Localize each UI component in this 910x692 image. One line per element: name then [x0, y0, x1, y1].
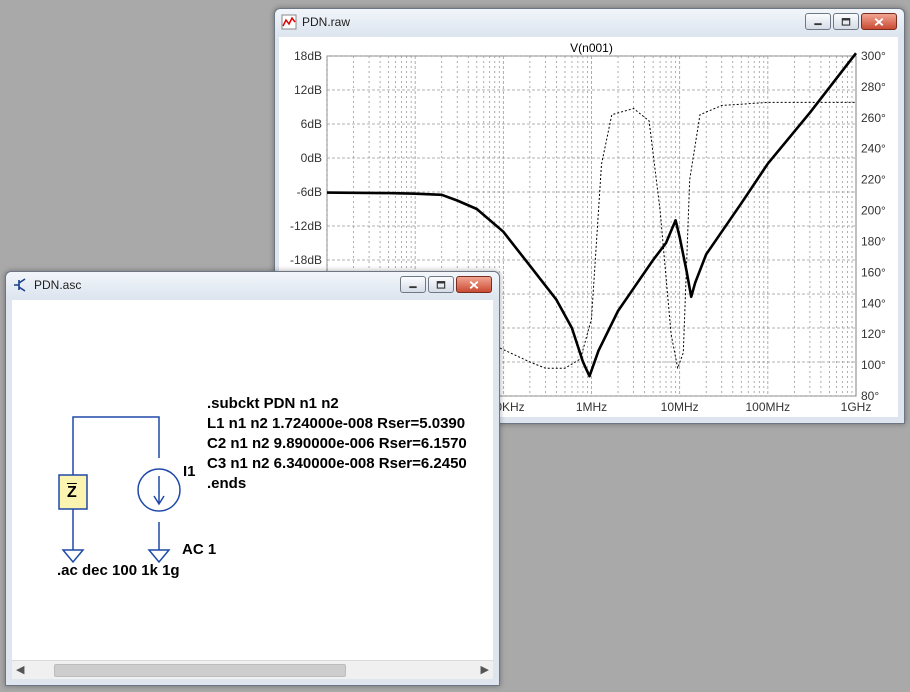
- maximize-icon: [841, 18, 851, 26]
- y-right-tick-label: 100°: [861, 358, 886, 372]
- trace-label: V(n001): [570, 41, 613, 55]
- x-tick-label: 100MHz: [745, 400, 790, 414]
- y-right-tick-label: 120°: [861, 327, 886, 341]
- close-icon: [874, 18, 884, 27]
- close-button[interactable]: [861, 13, 897, 30]
- component-z-label: Z: [67, 484, 77, 501]
- y-right-tick-label: 160°: [861, 265, 886, 279]
- y-right-tick-label: 200°: [861, 204, 886, 218]
- schematic-window-title: PDN.asc: [34, 278, 82, 292]
- x-tick-label: 1MHz: [576, 400, 607, 414]
- minimize-icon: [409, 286, 417, 289]
- y-left-tick-label: 12dB: [294, 83, 322, 97]
- x-tick-label: 10MHz: [661, 400, 699, 414]
- netlist-line: .ends: [207, 475, 247, 492]
- close-icon: [469, 281, 479, 290]
- x-tick-label: 1GHz: [841, 400, 872, 414]
- scroll-left-icon[interactable]: ◀: [16, 664, 24, 676]
- horizontal-scrollbar[interactable]: ◀ ▶: [12, 660, 493, 679]
- schematic-window[interactable]: PDN.asc Z I1 AC 1 .ac dec 100 1k 1g .sub…: [5, 271, 500, 686]
- y-right-tick-label: 180°: [861, 234, 886, 248]
- y-left-tick-label: -6dB: [297, 185, 322, 199]
- maximize-button[interactable]: [428, 276, 454, 293]
- source-value-label[interactable]: AC 1: [182, 540, 216, 560]
- scrollbar-thumb[interactable]: [54, 664, 346, 677]
- waveform-app-icon: [281, 14, 297, 30]
- close-button[interactable]: [456, 276, 492, 293]
- schematic-titlebar[interactable]: PDN.asc: [6, 272, 499, 298]
- schematic-app-icon: [14, 278, 26, 292]
- netlist-line: C3 n1 n2 6.340000e-008 Rser=6.2450: [207, 455, 467, 472]
- wire: [72, 416, 160, 458]
- waveform-window-title: PDN.raw: [302, 15, 351, 29]
- sim-directive[interactable]: .ac dec 100 1k 1g: [57, 561, 180, 581]
- source-name-label[interactable]: I1: [183, 462, 196, 482]
- netlist-line: .subckt PDN n1 n2: [207, 395, 339, 412]
- minimize-button[interactable]: [805, 13, 831, 30]
- waveform-titlebar[interactable]: PDN.raw: [275, 9, 904, 35]
- y-right-tick-label: 260°: [861, 111, 886, 125]
- y-left-tick-label: -12dB: [290, 219, 322, 233]
- maximize-icon: [436, 281, 446, 289]
- netlist-directive[interactable]: .subckt PDN n1 n2 L1 n1 n2 1.724000e-008…: [207, 394, 467, 494]
- y-left-tick-label: -18dB: [290, 253, 322, 267]
- scroll-right-icon[interactable]: ▶: [481, 664, 489, 676]
- y-left-tick-label: 18dB: [294, 49, 322, 63]
- y-left-tick-label: 6dB: [301, 117, 322, 131]
- y-right-tick-label: 140°: [861, 296, 886, 310]
- minimize-icon: [814, 23, 822, 26]
- y-left-tick-label: 0dB: [301, 151, 322, 165]
- minimize-button[interactable]: [400, 276, 426, 293]
- netlist-line: L1 n1 n2 1.724000e-008 Rser=5.0390: [207, 415, 466, 432]
- y-right-tick-label: 300°: [861, 49, 886, 63]
- maximize-button[interactable]: [833, 13, 859, 30]
- y-right-tick-label: 220°: [861, 173, 886, 187]
- y-right-tick-label: 240°: [861, 142, 886, 156]
- netlist-line: C2 n1 n2 9.890000e-006 Rser=6.1570: [207, 435, 467, 452]
- schematic-canvas[interactable]: Z I1 AC 1 .ac dec 100 1k 1g .subckt PDN …: [12, 300, 493, 679]
- y-right-tick-label: 280°: [861, 80, 886, 94]
